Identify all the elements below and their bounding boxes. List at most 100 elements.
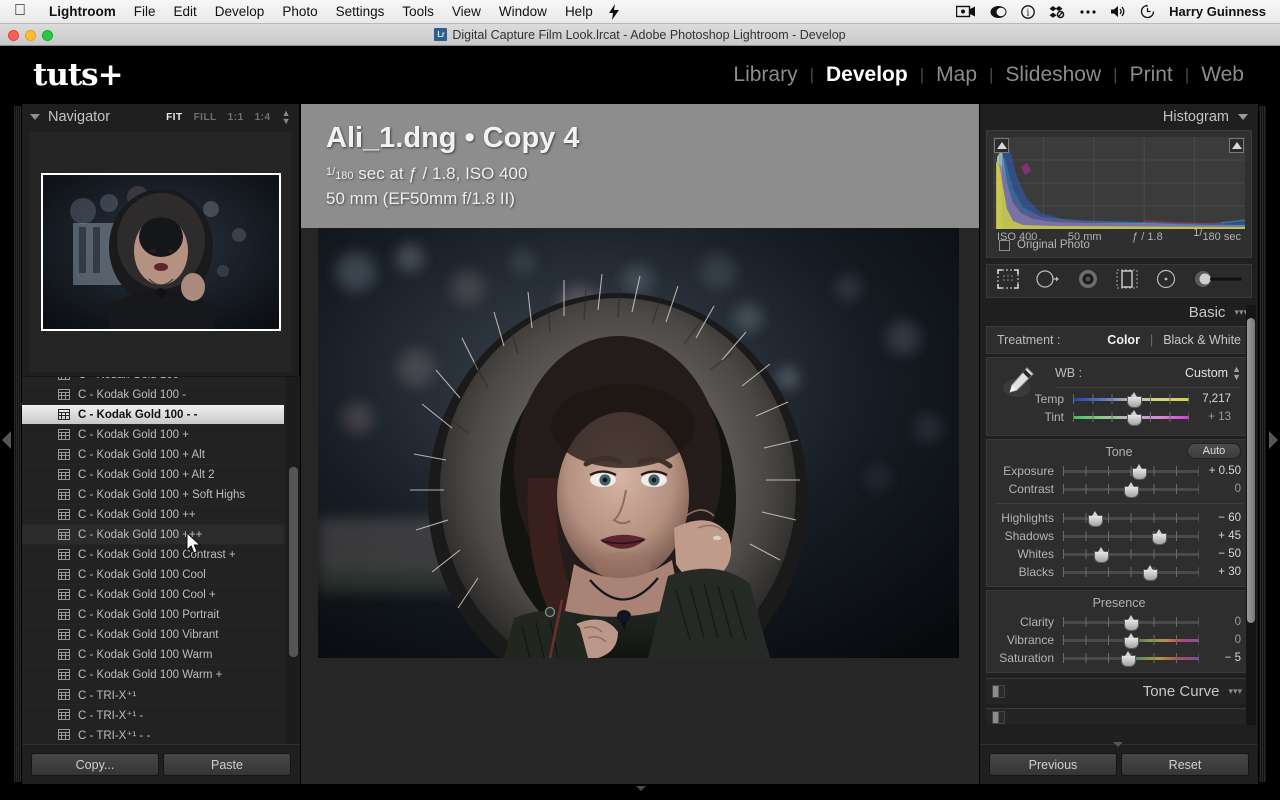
menu-file[interactable]: File [125, 4, 165, 19]
slider-highlights[interactable]: Highlights − 60 [987, 509, 1251, 528]
wb-value[interactable]: Custom [1185, 366, 1228, 380]
shadow-clipping-indicator[interactable] [994, 138, 1009, 153]
original-photo-checkbox[interactable] [999, 239, 1010, 251]
creative-cloud-icon[interactable] [983, 5, 1014, 19]
graduated-filter-icon[interactable] [1116, 268, 1138, 294]
slider-temp-knob[interactable] [1127, 392, 1143, 409]
flash-icon[interactable] [602, 3, 626, 20]
right-panel-bottom-caret[interactable] [1113, 742, 1123, 747]
presets-list[interactable]: C - Kodak Gold 100 C - Kodak Gold 100 - C … [22, 376, 300, 744]
menu-help[interactable]: Help [556, 4, 602, 19]
zoom-stepper-icon[interactable]: ▲ ▼ [282, 108, 291, 125]
volume-icon[interactable] [1103, 5, 1133, 18]
preset-item[interactable]: C - Kodak Gold 100 Warm + [22, 665, 284, 685]
slider-exposure-knob[interactable] [1131, 464, 1147, 481]
filmstrip-toggle-caret[interactable] [636, 786, 646, 791]
slider-blacks-value[interactable]: + 30 [1199, 566, 1241, 578]
slider-vibrance-value[interactable]: 0 [1199, 634, 1241, 646]
zoom-1-4[interactable]: 1:4 [255, 112, 271, 123]
adjustment-brush-icon[interactable] [1194, 269, 1244, 294]
histogram-graph[interactable] [993, 137, 1245, 229]
chevron-down-icon[interactable] [1238, 114, 1248, 120]
tone-curve-switch[interactable] [992, 685, 1005, 699]
slider-temp-value[interactable]: 7,217 [1189, 393, 1231, 405]
histogram-header[interactable]: Histogram [980, 104, 1258, 130]
ellipsis-icon[interactable] [1073, 9, 1103, 15]
screen-record-icon[interactable] [949, 5, 983, 18]
navigator-thumbnail[interactable] [40, 173, 281, 331]
zoom-fit[interactable]: FIT [166, 112, 183, 123]
slider-shadows-track[interactable] [1063, 529, 1199, 546]
preset-item[interactable]: C - TRI-X⁺¹ - - [22, 725, 284, 744]
preset-item[interactable]: C - Kodak Gold 100 Vibrant [22, 625, 284, 645]
module-library[interactable]: Library [721, 63, 809, 87]
slider-clarity-value[interactable]: 0 [1199, 616, 1241, 628]
preset-item[interactable]: C - Kodak Gold 100 + Soft Highs [22, 485, 284, 505]
slider-clarity-knob[interactable] [1123, 615, 1139, 632]
slider-whites[interactable]: Whites − 50 [987, 545, 1251, 564]
radial-filter-icon[interactable] [1155, 269, 1177, 294]
preset-item[interactable]: C - Kodak Gold 100 Contrast + [22, 545, 284, 565]
preset-item[interactable]: C - Kodak Gold 100 + Alt [22, 445, 284, 465]
slider-tint-value[interactable]: + 13 [1189, 411, 1231, 423]
left-panel-resize-grip[interactable] [14, 106, 21, 782]
slider-shadows[interactable]: Shadows + 45 [987, 527, 1251, 546]
spot-removal-icon[interactable] [1036, 269, 1060, 294]
basic-panel-header[interactable]: Basic ▾▾▾ [980, 298, 1258, 326]
slider-saturation-track[interactable] [1063, 651, 1199, 668]
slider-tint[interactable]: Tint + 13 [997, 408, 1241, 427]
info-icon[interactable]: i [1014, 4, 1042, 19]
slider-exposure-value[interactable]: + 0.50 [1199, 465, 1241, 477]
slider-contrast[interactable]: Contrast 0 [987, 480, 1251, 499]
crop-overlay-icon[interactable] [997, 268, 1019, 294]
maximize-window-button[interactable] [42, 30, 53, 41]
menu-app-name[interactable]: Lightroom [40, 4, 125, 19]
slider-highlights-track[interactable] [1063, 511, 1199, 528]
treatment-color-option[interactable]: Color [1107, 333, 1140, 347]
chevron-down-icon[interactable] [30, 114, 40, 120]
slider-shadows-knob[interactable] [1152, 529, 1168, 546]
center-toolbar-strip[interactable] [301, 752, 979, 784]
navigator-header[interactable]: Navigator FIT FILL 1:1 1:4 ▲ ▼ [22, 104, 299, 130]
slider-whites-knob[interactable] [1093, 547, 1109, 564]
slider-contrast-track[interactable] [1063, 482, 1199, 499]
slider-tint-knob[interactable] [1127, 410, 1143, 427]
reset-button[interactable]: Reset [1121, 753, 1249, 776]
previous-button[interactable]: Previous [989, 753, 1117, 776]
tone-curve-header[interactable]: Tone Curve ▾▾▾ [986, 678, 1252, 705]
module-print[interactable]: Print [1118, 63, 1185, 87]
preset-item[interactable]: C - Kodak Gold 100 Cool + [22, 585, 284, 605]
slider-vibrance-track[interactable] [1063, 633, 1199, 650]
preset-item[interactable]: C - TRI-X⁺¹ - [22, 705, 284, 725]
slider-saturation[interactable]: Saturation − 5 [987, 649, 1251, 668]
preset-item[interactable]: C - TRI-X⁺¹ [22, 685, 284, 705]
macos-user-name[interactable]: Harry Guinness [1162, 4, 1280, 19]
preset-item[interactable]: C - Kodak Gold 100 ++ [22, 505, 284, 525]
preset-item[interactable]: C - Kodak Gold 100 + [22, 425, 284, 445]
preset-item[interactable]: C - Kodak Gold 100 +++ [22, 525, 284, 545]
slider-saturation-value[interactable]: − 5 [1199, 652, 1241, 664]
close-window-button[interactable] [8, 30, 19, 41]
slider-whites-track[interactable] [1063, 547, 1199, 564]
menu-photo[interactable]: Photo [273, 4, 326, 19]
hsl-switch[interactable] [992, 711, 1005, 725]
highlight-clipping-indicator[interactable] [1229, 138, 1244, 153]
slider-shadows-value[interactable]: + 45 [1199, 530, 1241, 542]
menu-window[interactable]: Window [490, 4, 556, 19]
slider-blacks[interactable]: Blacks + 30 [987, 563, 1251, 582]
navigator-preview-box[interactable] [30, 132, 291, 372]
preset-item[interactable]: C - Kodak Gold 100 [22, 377, 284, 385]
preset-item[interactable]: C - Kodak Gold 100 + Alt 2 [22, 465, 284, 485]
preset-item[interactable]: C - Kodak Gold 100 Warm [22, 645, 284, 665]
slider-exposure-track[interactable] [1063, 464, 1199, 481]
apple-logo-icon[interactable]:  [14, 2, 26, 19]
preset-item[interactable]: C - Kodak Gold 100 - [22, 385, 284, 405]
presets-scrollbar-thumb[interactable] [289, 467, 298, 657]
slider-clarity-track[interactable] [1063, 615, 1199, 632]
slider-vibrance-knob[interactable] [1123, 633, 1139, 650]
module-slideshow[interactable]: Slideshow [993, 63, 1113, 87]
slider-highlights-knob[interactable] [1088, 511, 1104, 528]
slider-contrast-value[interactable]: 0 [1199, 483, 1241, 495]
photo-preview[interactable] [318, 228, 959, 658]
right-panel-resize-grip[interactable] [1259, 106, 1266, 782]
